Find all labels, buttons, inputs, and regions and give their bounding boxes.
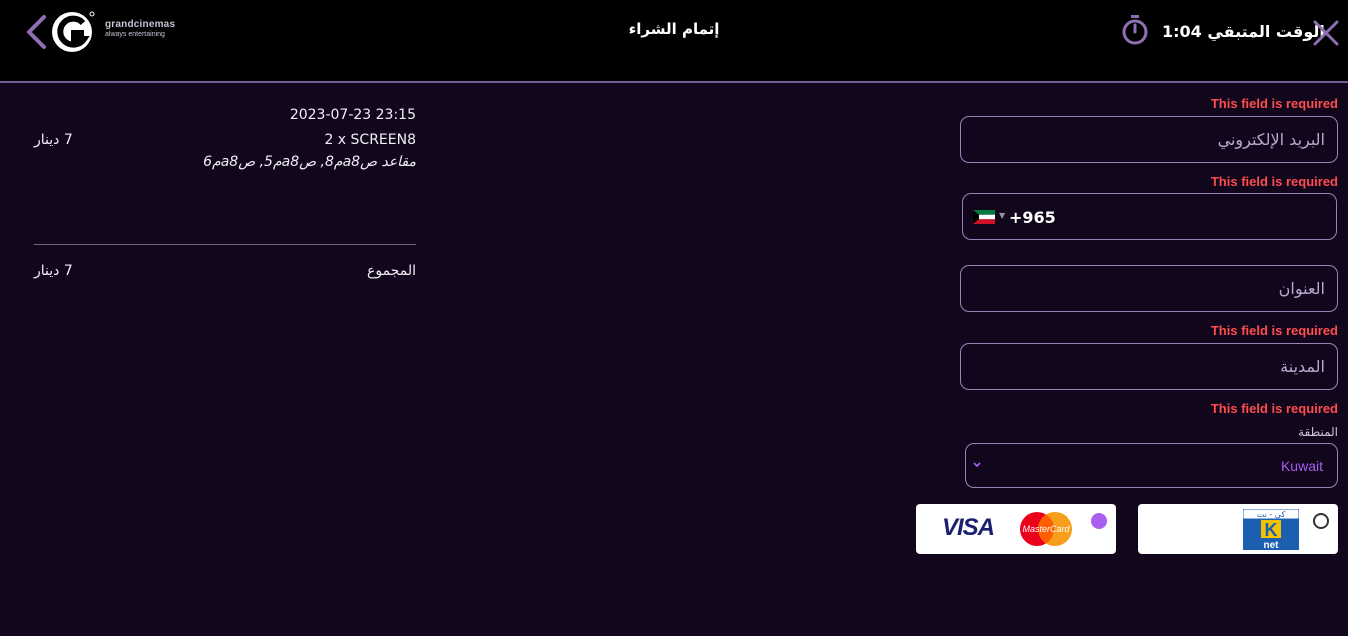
divider: [34, 244, 416, 245]
caret-down-icon: ▼: [999, 211, 1006, 220]
phone-error: This field is required: [1210, 174, 1338, 189]
knet-radio[interactable]: [1313, 513, 1329, 529]
timer: الوقت المتبقي 1:04: [1162, 22, 1325, 41]
payment-option-knet[interactable]: كي - نت K net: [1138, 504, 1338, 554]
stopwatch-icon: [1122, 15, 1148, 45]
close-icon[interactable]: [1313, 20, 1339, 46]
region-error: This field is required: [1210, 401, 1338, 416]
timer-label: الوقت المتبقي: [1207, 22, 1325, 41]
country-code-dropdown[interactable]: ▼: [973, 210, 1009, 226]
payment-option-cards[interactable]: VISA MasterCard: [916, 504, 1116, 554]
total-label: المجموع: [367, 263, 416, 279]
knet-logo-icon: كي - نت K net: [1243, 509, 1299, 550]
mastercard-text: MasterCard: [1022, 524, 1070, 534]
showtime: 2023-07-23 23:15: [289, 107, 416, 123]
mastercard-logo-icon: MasterCard: [1020, 512, 1072, 546]
timer-value: 1:04: [1162, 22, 1202, 41]
city-field[interactable]: [960, 343, 1338, 390]
svg-text:K: K: [1265, 520, 1278, 540]
chevron-down-icon: [973, 462, 981, 468]
email-field[interactable]: [960, 116, 1338, 163]
region-select[interactable]: Kuwait: [965, 443, 1338, 488]
address-field[interactable]: [960, 265, 1338, 312]
knet-bottom-text: net: [1264, 540, 1280, 550]
kuwait-flag-icon: [973, 210, 995, 224]
region-label: المنطقة: [1298, 425, 1338, 439]
region-value: Kuwait: [1280, 458, 1323, 474]
seat-list: مقاعد صa8م8, صa8م5, صa8م6: [203, 154, 416, 170]
ticket-count: 2 x SCREEN8: [324, 132, 416, 148]
total-price: 7 دينار: [34, 263, 73, 279]
dial-code: +965: [1009, 208, 1056, 227]
knet-top-text: كي - نت: [1257, 510, 1286, 519]
city-error: This field is required: [1210, 323, 1338, 338]
email-error: This field is required: [1210, 96, 1338, 111]
visa-logo: VISA: [942, 514, 995, 541]
cards-radio[interactable]: [1091, 513, 1107, 529]
top-bar: grandcinemas always entertaining إتمام ا…: [0, 0, 1348, 83]
phone-input[interactable]: [1063, 204, 1328, 230]
phone-field[interactable]: ▼ +965: [962, 193, 1337, 240]
line-price: 7 دينار: [34, 132, 73, 148]
